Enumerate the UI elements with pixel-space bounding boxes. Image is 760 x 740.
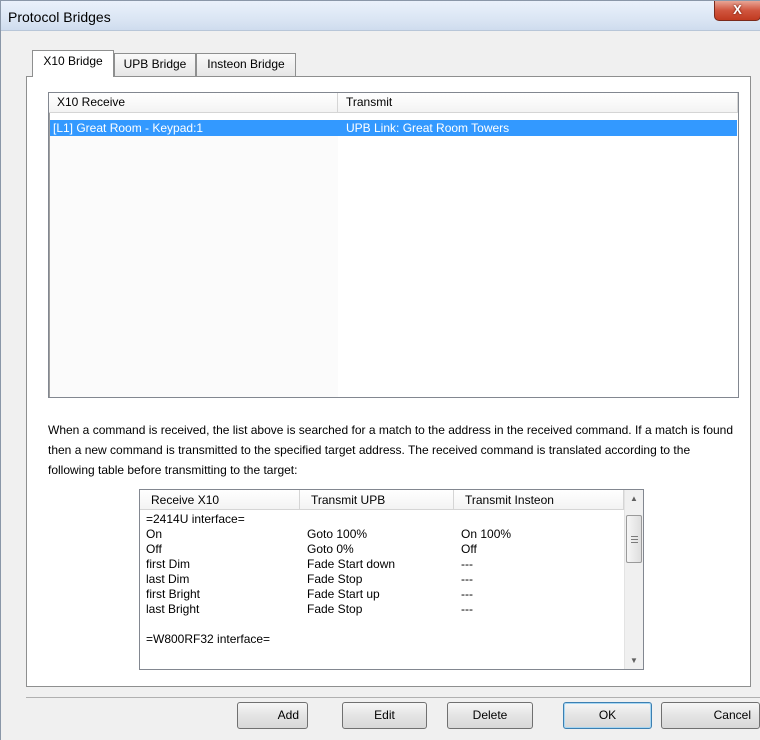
column-header-x10-receive[interactable]: X10 Receive bbox=[49, 93, 338, 113]
tab-upb-bridge[interactable]: UPB Bridge bbox=[114, 53, 196, 76]
scroll-down-arrow-icon[interactable]: ▼ bbox=[625, 652, 643, 669]
table-row[interactable]: last Dim Fade Stop --- bbox=[140, 572, 624, 587]
tab-insteon-bridge[interactable]: Insteon Bridge bbox=[196, 53, 296, 76]
add-button[interactable]: Add bbox=[237, 702, 308, 729]
table-row[interactable]: On Goto 100% On 100% bbox=[140, 527, 624, 542]
protocol-bridges-window: Protocol Bridges X X10 Bridge UPB Bridge… bbox=[0, 0, 760, 740]
table-cell: On bbox=[146, 527, 163, 541]
bridge-list[interactable]: X10 Receive Transmit [L1] Great Room - K… bbox=[48, 92, 739, 398]
translation-table-scrollbar[interactable]: ▲ ▼ bbox=[624, 490, 643, 669]
table-row[interactable]: Off Goto 0% Off bbox=[140, 542, 624, 557]
table-row[interactable]: first Bright Fade Start up --- bbox=[140, 587, 624, 602]
window-title: Protocol Bridges bbox=[8, 9, 111, 25]
delete-button[interactable]: Delete bbox=[447, 702, 533, 729]
table-cell: Off bbox=[461, 542, 477, 556]
table-cell: Fade Stop bbox=[307, 572, 363, 586]
table-cell: --- bbox=[461, 602, 473, 616]
table-cell: --- bbox=[461, 587, 473, 601]
table-cell: first Dim bbox=[146, 557, 190, 571]
close-button[interactable]: X bbox=[714, 1, 760, 21]
table-row[interactable]: =2414U interface= bbox=[140, 512, 624, 527]
cancel-button[interactable]: Cancel bbox=[661, 702, 760, 729]
table-cell: Fade Start down bbox=[307, 557, 396, 571]
table-cell: On 100% bbox=[461, 527, 512, 541]
description-text: When a command is received, the list abo… bbox=[48, 423, 734, 477]
list-column-receive-area bbox=[50, 136, 338, 397]
table-row[interactable] bbox=[140, 617, 624, 632]
edit-button[interactable]: Edit bbox=[342, 702, 427, 729]
table-cell: first Bright bbox=[146, 587, 201, 601]
ok-button[interactable]: OK bbox=[563, 702, 652, 729]
column-header-transmit[interactable]: Transmit bbox=[338, 93, 738, 113]
table-row[interactable]: last Bright Fade Stop --- bbox=[140, 602, 624, 617]
table-cell: --- bbox=[461, 572, 473, 586]
list-column-transmit-area bbox=[338, 136, 738, 397]
grip-icon bbox=[631, 536, 638, 543]
column-header-transmit-upb[interactable]: Transmit UPB bbox=[300, 490, 454, 510]
translation-table-header: Receive X10 Transmit UPB Transmit Insteo… bbox=[140, 490, 624, 510]
table-cell: Fade Start up bbox=[307, 587, 380, 601]
tab-x10-bridge[interactable]: X10 Bridge bbox=[32, 50, 114, 77]
translation-table[interactable]: Receive X10 Transmit UPB Transmit Insteo… bbox=[139, 489, 644, 670]
translation-table-body: =2414U interface= On Goto 100% On 100% O… bbox=[140, 512, 624, 647]
bridge-row-transmit: UPB Link: Great Room Towers bbox=[346, 121, 510, 135]
table-cell: =2414U interface= bbox=[146, 512, 245, 526]
column-header-receive-x10[interactable]: Receive X10 bbox=[140, 490, 300, 510]
table-row[interactable]: first Dim Fade Start down --- bbox=[140, 557, 624, 572]
bridge-row-receive: [L1] Great Room - Keypad:1 bbox=[53, 121, 204, 135]
table-cell: Off bbox=[146, 542, 162, 556]
title-bar[interactable]: Protocol Bridges X bbox=[1, 1, 760, 31]
table-cell: Goto 100% bbox=[307, 527, 368, 541]
table-cell: =W800RF32 interface= bbox=[146, 632, 271, 646]
table-cell: last Dim bbox=[146, 572, 190, 586]
table-cell: Fade Stop bbox=[307, 602, 363, 616]
table-cell: Goto 0% bbox=[307, 542, 354, 556]
column-header-transmit-insteon[interactable]: Transmit Insteon bbox=[454, 490, 624, 510]
table-row[interactable]: =W800RF32 interface= bbox=[140, 632, 624, 647]
table-cell: --- bbox=[461, 557, 473, 571]
footer-separator bbox=[26, 697, 760, 698]
bridge-list-header: X10 Receive Transmit bbox=[49, 93, 738, 113]
close-icon: X bbox=[733, 2, 742, 17]
bridge-row-selected[interactable]: [L1] Great Room - Keypad:1 UPB Link: Gre… bbox=[50, 120, 737, 136]
table-cell: last Bright bbox=[146, 602, 200, 616]
scroll-up-arrow-icon[interactable]: ▲ bbox=[625, 490, 643, 507]
scrollbar-thumb[interactable] bbox=[626, 515, 642, 563]
